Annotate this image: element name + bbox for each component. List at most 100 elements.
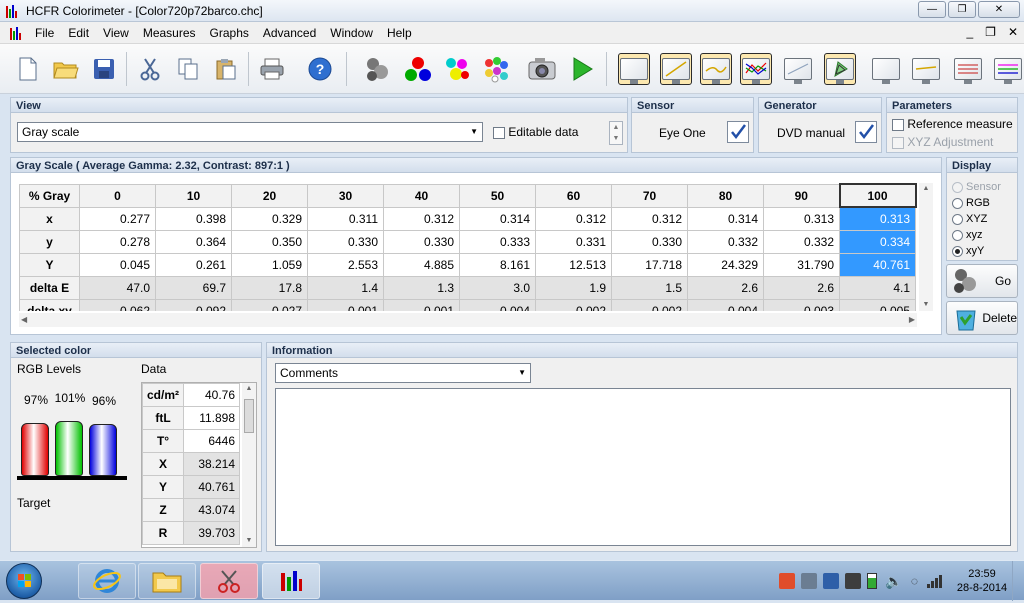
- graph-view-9-icon[interactable]: [992, 53, 1024, 85]
- close-button[interactable]: ✕: [978, 1, 1020, 18]
- cie-diagram-icon[interactable]: [824, 53, 856, 85]
- table-cell[interactable]: 0.045: [79, 252, 156, 277]
- table-cell[interactable]: 0.314: [459, 206, 536, 231]
- battery-icon[interactable]: [867, 573, 878, 589]
- table-cell[interactable]: 8.161: [459, 252, 536, 277]
- menu-graphs[interactable]: Graphs: [203, 26, 256, 40]
- radio-button[interactable]: [952, 197, 963, 209]
- table-cell[interactable]: 0.005: [839, 298, 916, 311]
- column-header[interactable]: 50: [459, 183, 536, 208]
- table-cell[interactable]: 69.7: [155, 275, 232, 300]
- table-cell[interactable]: 4.1: [839, 275, 916, 300]
- maximize-button[interactable]: ❐: [948, 1, 976, 18]
- table-cell[interactable]: 0.312: [383, 206, 460, 231]
- radio-button[interactable]: [952, 181, 963, 193]
- table-cell[interactable]: 0.331: [535, 229, 612, 254]
- view-spin-button[interactable]: ▲ ▼: [609, 121, 623, 145]
- sensor-config-button[interactable]: [727, 121, 749, 143]
- graph-view-4-icon[interactable]: [740, 53, 772, 85]
- grid-horizontal-scrollbar[interactable]: ◀ ▶: [19, 313, 917, 327]
- table-cell[interactable]: 1.4: [307, 275, 384, 300]
- xyz-adjustment-checkbox[interactable]: [892, 136, 904, 149]
- graph-view-1-icon[interactable]: [618, 53, 650, 85]
- show-desktop-button[interactable]: [1012, 561, 1024, 601]
- graph-view-5-icon[interactable]: [782, 53, 814, 85]
- tray-device-icon[interactable]: [845, 573, 862, 589]
- table-cell[interactable]: 0.398: [155, 206, 232, 231]
- table-cell[interactable]: 0.004: [687, 298, 764, 311]
- table-cell[interactable]: 0.003: [763, 298, 840, 311]
- graph-view-6-icon[interactable]: [870, 53, 902, 85]
- secondary-colors-icon[interactable]: [440, 53, 472, 85]
- go-button[interactable]: Go: [946, 264, 1018, 298]
- menu-window[interactable]: Window: [323, 26, 380, 40]
- table-cell[interactable]: 0.001: [383, 298, 460, 311]
- table-cell[interactable]: 24.329: [687, 252, 764, 277]
- delete-button[interactable]: Delete: [946, 301, 1018, 335]
- paste-icon[interactable]: [210, 53, 242, 85]
- menu-help[interactable]: Help: [380, 26, 419, 40]
- table-cell[interactable]: 0.312: [611, 206, 688, 231]
- table-cell[interactable]: 17.8: [231, 275, 308, 300]
- table-cell[interactable]: 0.330: [383, 229, 460, 254]
- column-header[interactable]: 90: [763, 183, 840, 208]
- menu-measures[interactable]: Measures: [136, 26, 203, 40]
- graph-view-3-icon[interactable]: [700, 53, 732, 85]
- table-cell[interactable]: 0.333: [459, 229, 536, 254]
- display-option-rgb[interactable]: RGB: [952, 195, 1001, 211]
- taskbar-internet-explorer[interactable]: [78, 563, 136, 599]
- print-icon[interactable]: [256, 53, 288, 85]
- taskbar-hcfr-colorimeter[interactable]: [262, 563, 320, 599]
- table-cell[interactable]: 0.004: [459, 298, 536, 311]
- grid-vertical-scrollbar[interactable]: ▲ ▼: [919, 183, 933, 311]
- save-icon[interactable]: [88, 53, 120, 85]
- table-cell[interactable]: 12.513: [535, 252, 612, 277]
- start-button[interactable]: [6, 563, 42, 599]
- table-cell[interactable]: 40.761: [839, 252, 916, 277]
- mdi-restore-button[interactable]: ❐: [985, 25, 996, 39]
- table-cell[interactable]: 1.059: [231, 252, 308, 277]
- column-header[interactable]: 20: [231, 183, 308, 208]
- menu-file[interactable]: File: [28, 26, 61, 40]
- table-cell[interactable]: 0.329: [231, 206, 308, 231]
- display-option-xyz[interactable]: XYZ: [952, 211, 1001, 227]
- display-option-xyz[interactable]: xyz: [952, 227, 1001, 243]
- taskbar-snipping-tool[interactable]: [200, 563, 258, 599]
- tray-app-icon[interactable]: [779, 573, 796, 589]
- table-cell[interactable]: 0.261: [155, 252, 232, 277]
- speaker-icon[interactable]: 🔈: [885, 573, 902, 590]
- colorchecker-icon[interactable]: [480, 53, 512, 85]
- comments-textarea[interactable]: [275, 388, 1011, 546]
- table-cell[interactable]: 0.311: [307, 206, 384, 231]
- reference-measure-checkbox[interactable]: [892, 118, 904, 131]
- table-cell[interactable]: 0.313: [763, 206, 840, 231]
- radio-button[interactable]: [952, 245, 963, 257]
- menu-advanced[interactable]: Advanced: [256, 26, 323, 40]
- document-icon[interactable]: [10, 26, 24, 40]
- table-cell[interactable]: 17.718: [611, 252, 688, 277]
- menu-view[interactable]: View: [96, 26, 136, 40]
- new-file-icon[interactable]: [12, 53, 44, 85]
- table-cell[interactable]: 4.885: [383, 252, 460, 277]
- data-list-scrollbar[interactable]: ▲ ▼: [242, 383, 256, 547]
- graph-view-8-icon[interactable]: [952, 53, 984, 85]
- table-cell[interactable]: 0.002: [535, 298, 612, 311]
- data-list-scroll-thumb[interactable]: [244, 399, 254, 433]
- copy-icon[interactable]: [172, 53, 204, 85]
- row-header[interactable]: delta E: [19, 275, 80, 300]
- open-folder-icon[interactable]: [50, 53, 82, 85]
- view-combo[interactable]: Gray scale ▼: [17, 122, 483, 142]
- rgb-primaries-icon[interactable]: [402, 53, 434, 85]
- table-cell[interactable]: 0.334: [839, 229, 916, 254]
- radio-button[interactable]: [952, 229, 963, 241]
- table-cell[interactable]: 0.364: [155, 229, 232, 254]
- table-cell[interactable]: 0.330: [611, 229, 688, 254]
- table-cell[interactable]: 1.3: [383, 275, 460, 300]
- table-cell[interactable]: 0.062: [79, 298, 156, 311]
- column-header[interactable]: 60: [535, 183, 612, 208]
- column-header[interactable]: 10: [155, 183, 232, 208]
- table-cell[interactable]: 0.312: [535, 206, 612, 231]
- table-cell[interactable]: 3.0: [459, 275, 536, 300]
- wireless-icon[interactable]: ◌: [911, 574, 918, 588]
- graph-view-2-icon[interactable]: [660, 53, 692, 85]
